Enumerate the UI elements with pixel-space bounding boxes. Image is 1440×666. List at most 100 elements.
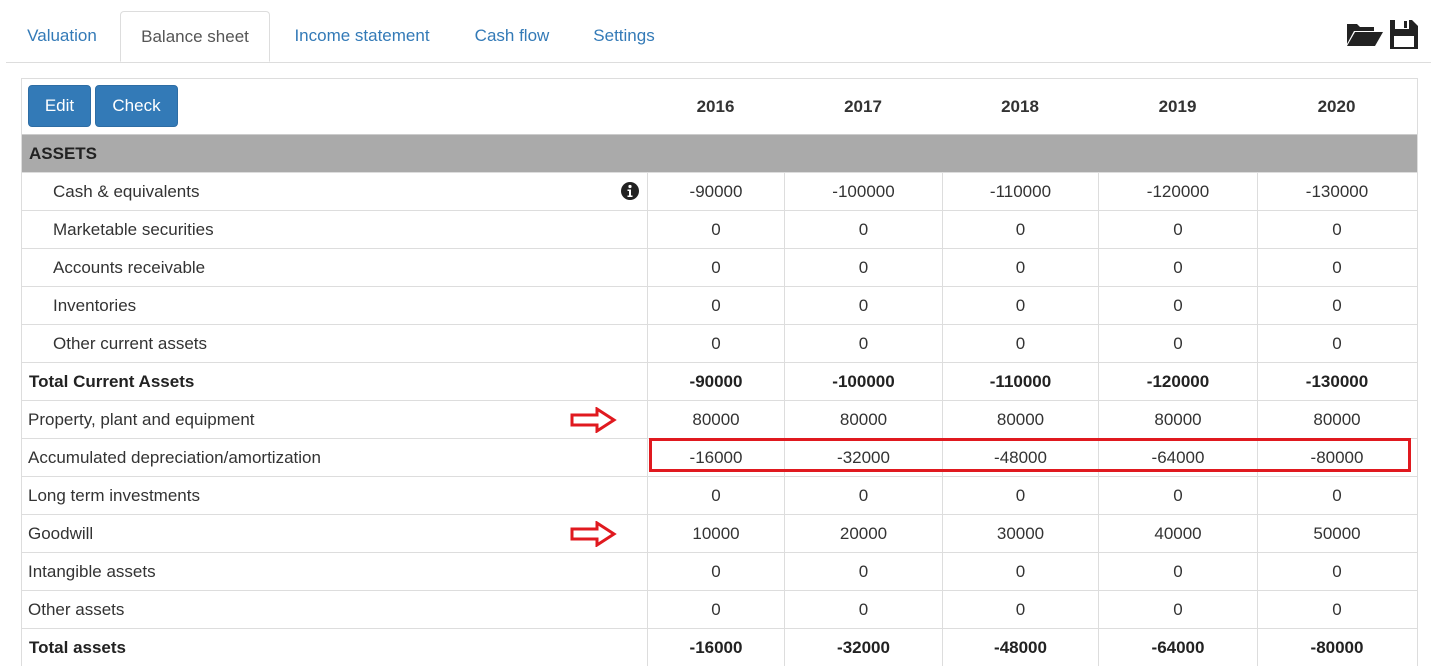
value-cell[interactable]: -110000 [942, 173, 1098, 210]
value-cell[interactable]: 0 [1098, 477, 1257, 514]
red-arrow-icon [570, 521, 617, 547]
value-cell[interactable]: 0 [784, 477, 942, 514]
tab-bar: Valuation Balance sheet Income statement… [6, 0, 1431, 63]
value-cell[interactable]: 0 [647, 249, 784, 286]
tab-cash-flow[interactable]: Cash flow [458, 11, 566, 61]
value-cell[interactable]: -120000 [1098, 363, 1257, 400]
value-cell[interactable]: 20000 [784, 515, 942, 552]
value-cell[interactable]: 0 [784, 211, 942, 248]
year-header: 2020 [1317, 97, 1356, 116]
info-circle-icon[interactable] [620, 181, 640, 201]
table-row: Accounts receivable 0 0 0 0 0 [22, 248, 1417, 286]
value-cell[interactable]: -48000 [942, 629, 1098, 666]
tab-valuation[interactable]: Valuation [6, 11, 118, 61]
year-header: 2017 [844, 97, 882, 116]
value-cell[interactable]: -32000 [784, 629, 942, 666]
value-cell[interactable]: 0 [784, 325, 942, 362]
value-cell[interactable]: -48000 [942, 439, 1098, 476]
value-cell[interactable]: -64000 [1098, 439, 1257, 476]
year-header: 2018 [1001, 97, 1039, 116]
row-label: Property, plant and equipment [28, 410, 255, 429]
floppy-disk-icon[interactable] [1389, 18, 1419, 50]
value-cell[interactable]: 0 [1098, 287, 1257, 324]
value-cell[interactable]: 0 [1098, 211, 1257, 248]
value-cell[interactable]: 0 [942, 553, 1098, 590]
value-cell[interactable]: 0 [942, 325, 1098, 362]
value-cell[interactable]: 0 [647, 287, 784, 324]
value-cell[interactable]: -110000 [942, 363, 1098, 400]
value-cell[interactable]: 10000 [647, 515, 784, 552]
value-cell[interactable]: 0 [647, 553, 784, 590]
row-label: Intangible assets [28, 562, 156, 581]
row-label: Total assets [29, 638, 127, 657]
value-cell[interactable]: -32000 [784, 439, 942, 476]
row-label: Long term investments [28, 486, 200, 505]
value-cell[interactable]: 0 [647, 591, 784, 628]
value-cell[interactable]: 0 [784, 287, 942, 324]
value-cell[interactable]: -130000 [1257, 363, 1416, 400]
value-cell[interactable]: -80000 [1257, 629, 1416, 666]
value-cell[interactable]: 0 [1257, 591, 1416, 628]
value-cell[interactable]: 0 [1257, 325, 1416, 362]
value-cell[interactable]: 40000 [1098, 515, 1257, 552]
folder-open-icon[interactable] [1345, 18, 1385, 50]
value-cell[interactable]: 80000 [942, 401, 1098, 438]
value-cell[interactable]: 50000 [1257, 515, 1416, 552]
tab-balance-sheet[interactable]: Balance sheet [120, 11, 270, 62]
balance-sheet-table: Edit Check 2016 2017 2018 2019 2020 ASSE… [21, 78, 1418, 666]
year-header: 2019 [1158, 97, 1197, 116]
table-row: Intangible assets 0 0 0 0 0 [22, 552, 1417, 590]
table-row: Other current assets 0 0 0 0 0 [22, 324, 1417, 362]
value-cell[interactable]: 0 [784, 591, 942, 628]
table-row: Marketable securities 0 0 0 0 0 [22, 210, 1417, 248]
value-cell[interactable]: 0 [647, 211, 784, 248]
value-cell[interactable]: 0 [1098, 591, 1257, 628]
row-label: Other current assets [53, 334, 208, 353]
table-body: Cash & equivalents -90000 -100000 -110000 -1… [22, 172, 1417, 666]
value-cell[interactable]: 0 [942, 211, 1098, 248]
value-cell[interactable]: 0 [1257, 249, 1416, 286]
value-cell[interactable]: 0 [1257, 553, 1416, 590]
value-cell[interactable]: 0 [1098, 325, 1257, 362]
value-cell[interactable]: 80000 [1257, 401, 1416, 438]
value-cell[interactable]: -64000 [1098, 629, 1257, 666]
value-cell[interactable]: 80000 [784, 401, 942, 438]
value-cell[interactable]: 30000 [942, 515, 1098, 552]
year-header: 2016 [696, 97, 735, 116]
table-row: Property, plant and equipment 80000 80000 8… [22, 400, 1417, 438]
edit-button[interactable]: Edit [28, 85, 91, 127]
table-row: Other assets 0 0 0 0 0 [22, 590, 1417, 628]
value-cell[interactable]: 0 [647, 325, 784, 362]
table-row: Cash & equivalents -90000 -100000 -110000 -1… [22, 172, 1417, 210]
value-cell[interactable]: 0 [1257, 287, 1416, 324]
value-cell[interactable]: -120000 [1098, 173, 1257, 210]
value-cell[interactable]: -90000 [647, 173, 784, 210]
value-cell[interactable]: -16000 [647, 439, 784, 476]
value-cell[interactable]: -16000 [647, 629, 784, 666]
value-cell[interactable]: 0 [1098, 553, 1257, 590]
value-cell[interactable]: 80000 [647, 401, 784, 438]
row-label: Accounts receivable [53, 258, 206, 277]
value-cell[interactable]: 0 [647, 477, 784, 514]
value-cell[interactable]: -90000 [647, 363, 784, 400]
value-cell[interactable]: 0 [942, 477, 1098, 514]
tab-settings[interactable]: Settings [576, 11, 672, 61]
value-cell[interactable]: 0 [1257, 211, 1416, 248]
value-cell[interactable]: 0 [942, 249, 1098, 286]
tab-label: Income statement [294, 26, 430, 45]
value-cell[interactable]: -100000 [784, 173, 942, 210]
value-cell[interactable]: 0 [942, 287, 1098, 324]
value-cell[interactable]: 0 [1257, 477, 1416, 514]
value-cell[interactable]: 80000 [1098, 401, 1257, 438]
value-cell[interactable]: -100000 [784, 363, 942, 400]
row-label: Inventories [53, 296, 137, 315]
tab-income-statement[interactable]: Income statement [276, 11, 448, 61]
value-cell[interactable]: 0 [1098, 249, 1257, 286]
check-button[interactable]: Check [95, 85, 178, 127]
value-cell[interactable]: 0 [784, 553, 942, 590]
value-cell[interactable]: 0 [942, 591, 1098, 628]
value-cell[interactable]: 0 [784, 249, 942, 286]
value-cell[interactable]: -130000 [1257, 173, 1416, 210]
value-cell[interactable]: -80000 [1257, 439, 1416, 476]
row-label: Total Current Assets [29, 372, 195, 391]
